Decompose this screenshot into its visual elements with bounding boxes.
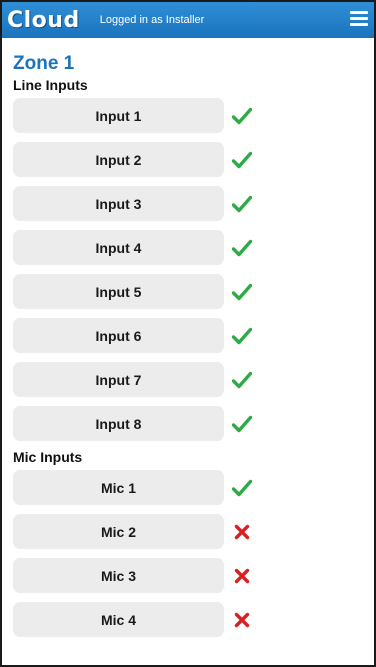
check-icon bbox=[232, 194, 252, 214]
line-input-button[interactable]: Input 1 bbox=[13, 98, 224, 133]
login-status: Logged in as Installer bbox=[99, 14, 205, 26]
mic-input-button[interactable]: Mic 3 bbox=[13, 558, 224, 593]
check-icon bbox=[232, 106, 252, 126]
line-input-button[interactable]: Input 2 bbox=[13, 142, 224, 177]
line-input-row: Input 5 bbox=[13, 274, 374, 309]
mic-inputs-list: Mic 1 Mic 2 Mic 3 Mic 4 bbox=[2, 470, 374, 637]
check-icon bbox=[232, 370, 252, 390]
check-icon bbox=[232, 150, 252, 170]
line-input-button[interactable]: Input 6 bbox=[13, 318, 224, 353]
mic-input-row: Mic 3 bbox=[13, 558, 374, 593]
line-input-row: Input 8 bbox=[13, 406, 374, 441]
cross-icon bbox=[232, 610, 252, 630]
check-icon bbox=[232, 238, 252, 258]
cross-icon bbox=[232, 566, 252, 586]
zone-title: Zone 1 bbox=[13, 53, 75, 74]
line-inputs-heading: Line Inputs bbox=[13, 77, 88, 93]
line-input-row: Input 7 bbox=[13, 362, 374, 397]
check-icon bbox=[232, 478, 252, 498]
app-frame: Cloud Logged in as Installer Zone 1 Line… bbox=[0, 0, 376, 667]
mic-input-row: Mic 4 bbox=[13, 602, 374, 637]
mic-input-button[interactable]: Mic 2 bbox=[13, 514, 224, 549]
line-input-row: Input 4 bbox=[13, 230, 374, 265]
line-input-button[interactable]: Input 5 bbox=[13, 274, 224, 309]
mic-input-button[interactable]: Mic 4 bbox=[13, 602, 224, 637]
line-input-row: Input 3 bbox=[13, 186, 374, 221]
line-input-button[interactable]: Input 8 bbox=[13, 406, 224, 441]
check-icon bbox=[232, 282, 252, 302]
line-input-row: Input 2 bbox=[13, 142, 374, 177]
mic-inputs-heading: Mic Inputs bbox=[13, 449, 83, 465]
cross-icon bbox=[232, 522, 252, 542]
mic-input-row: Mic 2 bbox=[13, 514, 374, 549]
hamburger-menu-icon[interactable] bbox=[350, 11, 368, 27]
check-icon bbox=[232, 326, 252, 346]
line-input-button[interactable]: Input 3 bbox=[13, 186, 224, 221]
line-inputs-list: Input 1 Input 2 Input 3 Input 4 Input 5 Input… bbox=[2, 98, 374, 441]
line-input-row: Input 1 bbox=[13, 98, 374, 133]
top-bar: Cloud Logged in as Installer bbox=[2, 2, 374, 38]
line-input-row: Input 6 bbox=[13, 318, 374, 353]
line-input-button[interactable]: Input 4 bbox=[13, 230, 224, 265]
cloud-logo: Cloud bbox=[7, 7, 80, 33]
line-input-button[interactable]: Input 7 bbox=[13, 362, 224, 397]
mic-input-row: Mic 1 bbox=[13, 470, 374, 505]
check-icon bbox=[232, 414, 252, 434]
mic-input-button[interactable]: Mic 1 bbox=[13, 470, 224, 505]
